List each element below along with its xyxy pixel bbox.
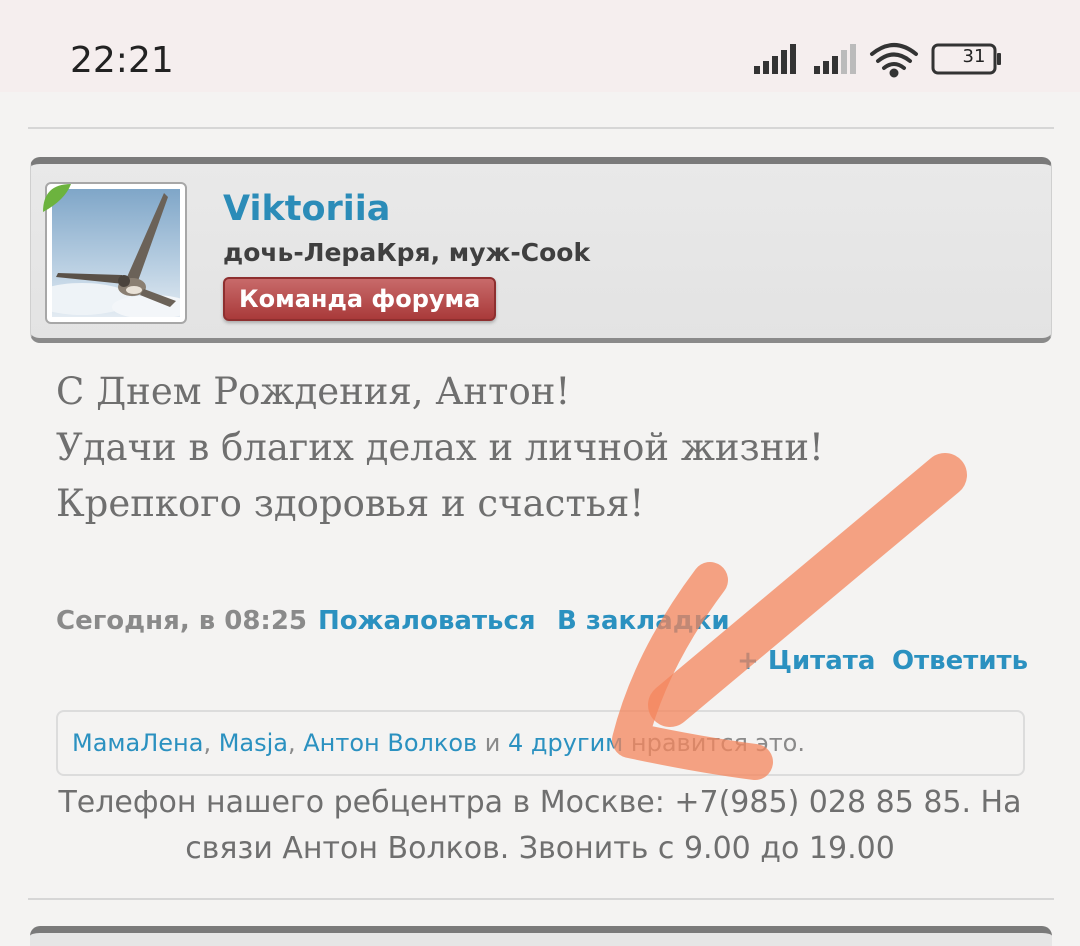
like-user-link[interactable]: МамаЛена — [72, 729, 203, 757]
message-line: Удачи в благих делах и личной жизни! — [56, 426, 824, 469]
divider — [28, 898, 1054, 900]
online-indicator-icon — [43, 184, 71, 212]
like-user-link[interactable]: Masja — [219, 729, 288, 757]
username-link[interactable]: Viktoriia — [223, 189, 390, 229]
quote-button[interactable]: + Цитата — [737, 646, 875, 676]
post-signature: Телефон нашего ребцентра в Москве: +7(98… — [30, 780, 1050, 872]
like-others-link[interactable]: 4 другим — [508, 729, 623, 757]
signature-line: Телефон нашего ребцентра в Москве: +7(98… — [58, 785, 1022, 820]
divider — [28, 127, 1054, 129]
battery-level: 31 — [962, 46, 986, 67]
message-line: Крепкого здоровья и счастья! — [56, 482, 645, 525]
like-and-text: и — [477, 729, 509, 757]
like-separator: , — [288, 729, 304, 757]
post-message: С Днем Рождения, Антон! Удачи в благих д… — [56, 364, 824, 532]
report-link[interactable]: Пожаловаться — [318, 606, 536, 636]
likes-summary: МамаЛена, Masja, Антон Волков и 4 другим… — [56, 710, 1025, 776]
like-suffix-text: нравится это. — [623, 729, 805, 757]
post-author-header: Viktoriia дочь-ЛераКря, муж-Cook Команда… — [30, 157, 1052, 343]
wifi-icon — [870, 43, 918, 78]
signal-icon — [754, 44, 796, 74]
forum-team-badge: Команда форума — [223, 277, 497, 321]
next-post-header — [30, 926, 1052, 946]
like-user-link[interactable]: Антон Волков — [303, 729, 477, 757]
status-time: 22:21 — [70, 40, 174, 81]
signal-icon-2 — [814, 44, 856, 74]
user-title: дочь-ЛераКря, муж-Cook — [223, 238, 591, 267]
falcon-icon — [52, 189, 180, 317]
avatar-image — [52, 189, 180, 317]
status-bar: 22:21 31 — [0, 0, 1080, 92]
like-separator: , — [203, 729, 219, 757]
post-timestamp: Сегодня, в 08:25 — [56, 606, 308, 636]
signature-line: связи Антон Волков. Звонить с 9.00 до 19… — [185, 831, 895, 866]
bookmark-link[interactable]: В закладки — [557, 606, 730, 636]
message-line: С Днем Рождения, Антон! — [56, 370, 571, 413]
status-icons: 31 — [754, 42, 1004, 78]
reply-button[interactable]: Ответить — [892, 646, 1028, 676]
